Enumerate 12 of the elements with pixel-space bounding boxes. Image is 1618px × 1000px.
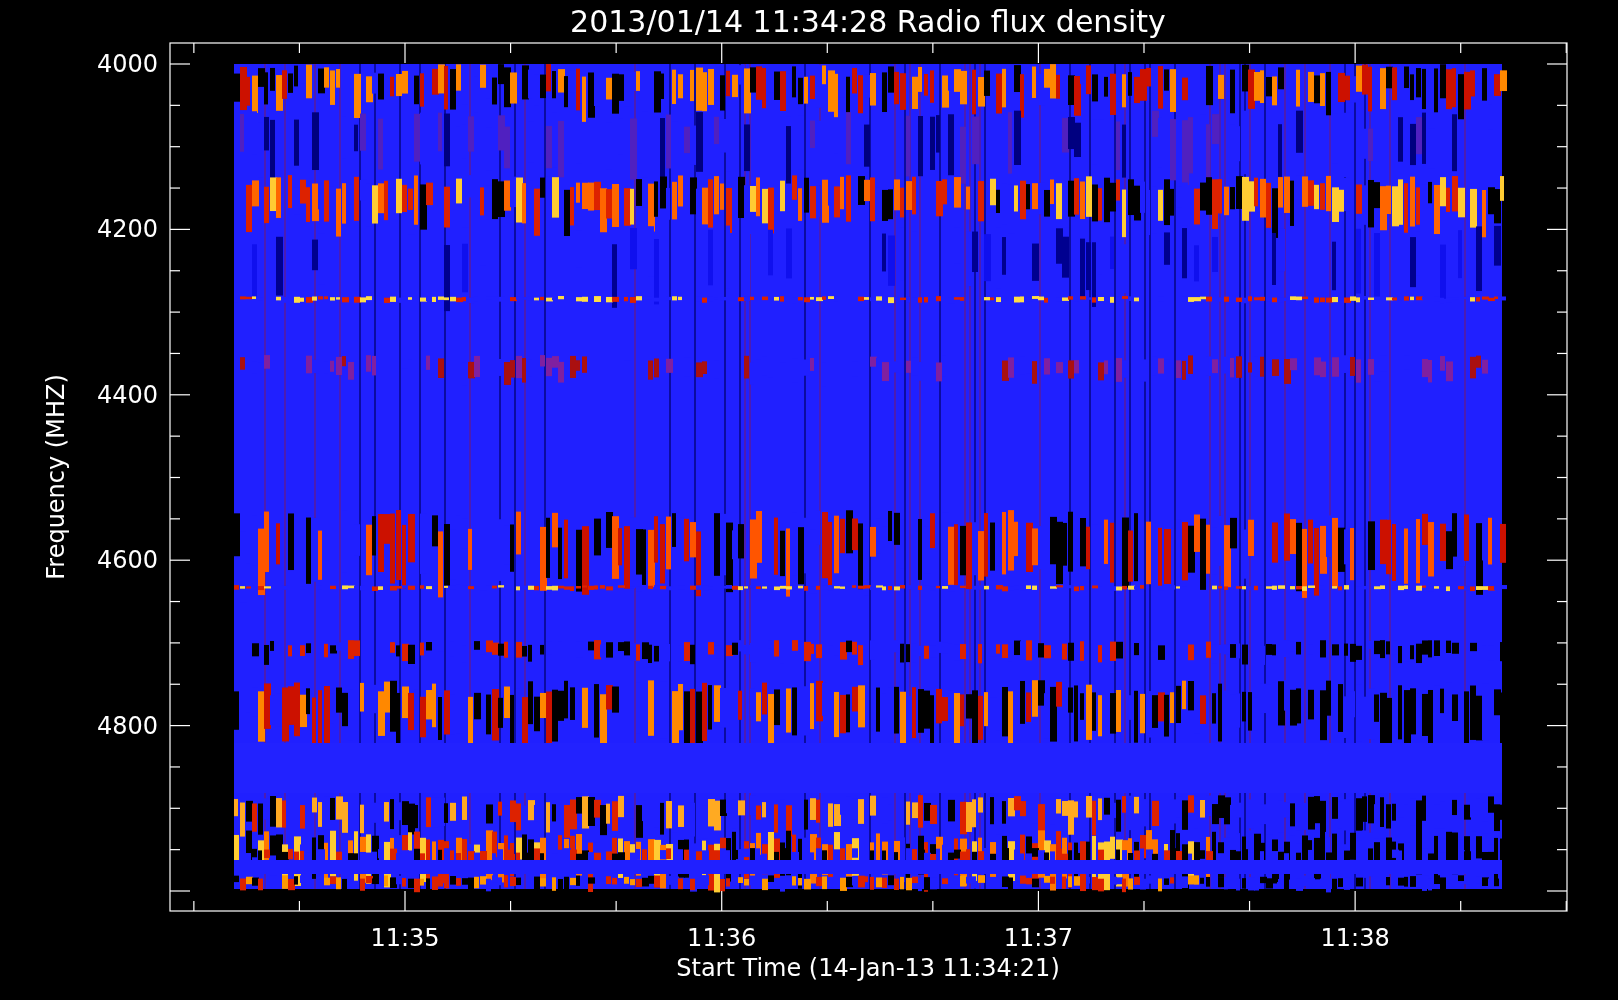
- y-tick-label: 4600: [96, 546, 158, 575]
- x-tick-label: 11:37: [1003, 924, 1073, 952]
- x-tick-label: 11:35: [370, 924, 440, 952]
- x-tick-label: 11:36: [687, 924, 757, 952]
- y-tick-label: 4400: [96, 380, 158, 409]
- y-tick-label: 4000: [96, 50, 158, 78]
- y-axis-label: Frequency (MHZ): [42, 374, 70, 580]
- y-tick-label: 4200: [96, 215, 158, 244]
- x-tick-label: 11:38: [1320, 924, 1390, 952]
- chart-title: 2013/01/14 11:34:28 Radio flux density: [570, 4, 1166, 39]
- x-axis-label: Start Time (14-Jan-13 11:34:21): [676, 954, 1060, 982]
- y-tick-label: 4800: [96, 711, 158, 740]
